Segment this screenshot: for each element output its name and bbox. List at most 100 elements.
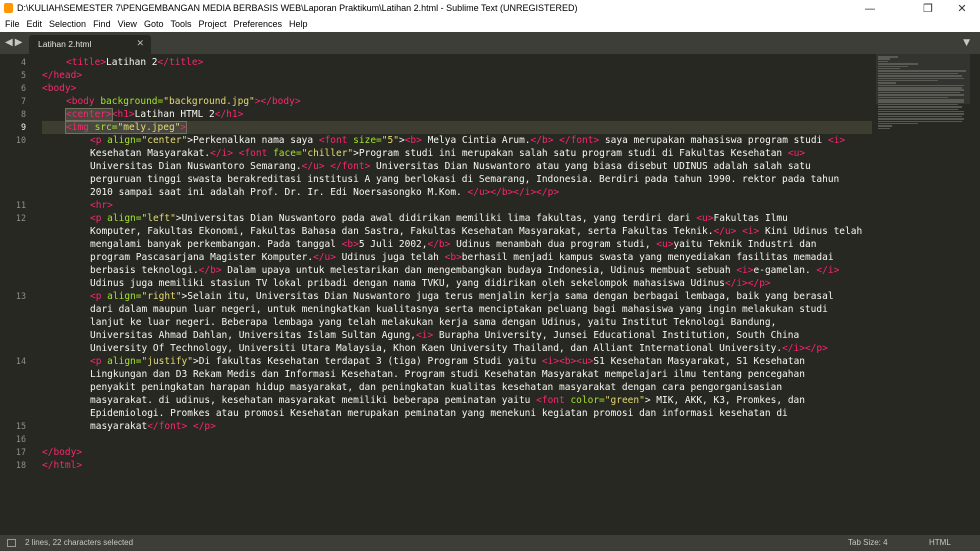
- minimap-line: [878, 67, 900, 70]
- code-line-10: <p align="center">Perkenalkan nama saya …: [90, 135, 846, 146]
- window-title: D:\KULIAH\SEMESTER 7\PENGEMBANGAN MEDIA …: [17, 3, 578, 13]
- line-number: [0, 225, 30, 238]
- minimap-line: [878, 60, 888, 63]
- minimap-line: [878, 94, 964, 96]
- code-line-13: <p align="right">Selain itu, Universitas…: [90, 291, 834, 302]
- line-number: [0, 186, 30, 199]
- code-line-10: Universitas Dian Nuswantoro Semarang.</u…: [90, 161, 811, 172]
- menu-selection[interactable]: Selection: [49, 19, 86, 29]
- code-line-12: <p align="left">Universitas Dian Nuswant…: [90, 213, 788, 224]
- minimap-line: [878, 122, 918, 125]
- code-line-10: Kesehatan Masyarakat.</i> <font face="ch…: [90, 148, 806, 159]
- tab-label: Latihan 2.html: [38, 39, 92, 49]
- line-number: [0, 264, 30, 277]
- minimap-line: [878, 110, 964, 113]
- menu-find[interactable]: Find: [93, 19, 111, 29]
- code-line-13: Universitas Ahmad Dahlan, Universitas Is…: [90, 330, 800, 341]
- menu-edit[interactable]: Edit: [27, 19, 43, 29]
- line-number: [0, 251, 30, 264]
- minimap-line: [878, 108, 958, 111]
- code-line-5: </head>: [42, 70, 83, 81]
- minimap-line: [878, 84, 964, 87]
- code-area[interactable]: <title>Latihan 2</title> </head> <body> …: [42, 56, 872, 485]
- minimize-icon[interactable]: —: [852, 0, 888, 17]
- tab-dropdown-icon[interactable]: ▼: [963, 32, 970, 54]
- line-number: 15: [15, 421, 26, 431]
- menu-preferences[interactable]: Preferences: [233, 19, 282, 29]
- code-line-12: mengalami banyak perkembangan. Pada tang…: [90, 239, 817, 250]
- syntax-setting[interactable]: HTML: [929, 535, 951, 551]
- line-number: [0, 277, 30, 290]
- line-number: 12: [15, 213, 26, 223]
- status-bar: 2 lines, 22 characters selected Tab Size…: [0, 535, 980, 551]
- tab-size-setting[interactable]: Tab Size: 4: [848, 535, 888, 551]
- tab-nav-arrows-icon[interactable]: ◀▶: [5, 32, 24, 54]
- minimap-line: [878, 58, 890, 60]
- menu-help[interactable]: Help: [289, 19, 308, 29]
- line-number: 13: [15, 291, 26, 301]
- menu-goto[interactable]: Goto: [144, 19, 164, 29]
- close-icon[interactable]: ✕: [944, 0, 980, 17]
- minimap-line: [878, 75, 962, 77]
- code-line-14: masyarakat. di udinus, kesehatan masyara…: [90, 395, 805, 406]
- code-line-12: Udinus juga memiliki stasiun TV lokal pr…: [90, 278, 771, 289]
- menu-file[interactable]: File: [5, 19, 20, 29]
- minimap-line: [878, 72, 958, 75]
- minimap-line: [878, 101, 964, 103]
- code-line-14: masyarakat</font> </p>: [90, 421, 216, 432]
- code-line-9: <img src="mely.jpeg">: [42, 121, 872, 134]
- code-line-17: </html>: [42, 460, 83, 471]
- code-line-13: dari dalam maupun luar negeri, untuk men…: [90, 304, 828, 315]
- code-line-11: <hr>: [90, 200, 113, 211]
- minimap-line: [878, 56, 898, 58]
- menu-tools[interactable]: Tools: [170, 19, 191, 29]
- code-line-7: <body background="background.jpg"></body…: [66, 96, 301, 107]
- minimap-line: [878, 77, 964, 80]
- minimap-line: [878, 127, 890, 130]
- minimap-line: [878, 96, 948, 99]
- tab-bar: ◀▶ Latihan 2.html ✕ ▼: [0, 32, 980, 54]
- minimap-line: [878, 89, 964, 91]
- line-number: 17: [15, 447, 26, 457]
- line-number: [0, 329, 30, 342]
- code-line-10: perguruan tinggi swasta berakreditasi in…: [90, 174, 840, 185]
- minimap-line: [878, 87, 962, 89]
- tab-close-icon[interactable]: ✕: [136, 35, 144, 54]
- code-editor[interactable]: 4 5 6 7 8 9 10 11 12 13 14 15 16 17 18 <title>Latihan …: [0, 54, 980, 535]
- code-line-12: berbasis teknologi.</b> Dalam upaya untu…: [90, 265, 840, 276]
- menu-bar: File Edit Selection Find View Goto Tools Projec…: [0, 17, 980, 32]
- minimap-line: [878, 82, 896, 84]
- line-number: [0, 147, 30, 160]
- sublime-app-icon: [4, 3, 13, 13]
- minimap-line: [878, 70, 966, 72]
- line-number: [0, 381, 30, 394]
- line-number: 16: [15, 434, 26, 444]
- minimap-line: [878, 113, 964, 115]
- line-number: 18: [15, 460, 26, 470]
- line-number: [0, 368, 30, 381]
- code-line-13: University Of Technology, Universiti Uta…: [90, 343, 828, 354]
- code-line-13: lanjut ke luar negeri. Beberapa lembaga …: [90, 317, 777, 328]
- line-number: [0, 316, 30, 329]
- code-line-12: program Pascasarjana Magister Komputer.<…: [90, 252, 834, 263]
- minimap-line: [878, 79, 938, 82]
- code-line-14: <p align="justify">Di fakultas Kesehatan…: [90, 356, 806, 367]
- line-number: 10: [15, 135, 26, 145]
- tab-latihan-2[interactable]: Latihan 2.html ✕: [29, 35, 151, 54]
- line-number: 9: [20, 122, 26, 132]
- line-number: 4: [20, 57, 26, 67]
- line-number: [0, 173, 30, 186]
- panel-toggle-icon[interactable]: [7, 539, 16, 547]
- line-number: [0, 238, 30, 251]
- line-number: [0, 303, 30, 316]
- menu-project[interactable]: Project: [198, 19, 226, 29]
- restore-icon[interactable]: ❐: [910, 0, 946, 17]
- line-number: 11: [15, 200, 26, 210]
- minimap-line: [878, 118, 964, 120]
- menu-view[interactable]: View: [118, 19, 137, 29]
- minimap[interactable]: [878, 56, 968, 130]
- line-number: [0, 342, 30, 355]
- minimap-line: [878, 103, 958, 106]
